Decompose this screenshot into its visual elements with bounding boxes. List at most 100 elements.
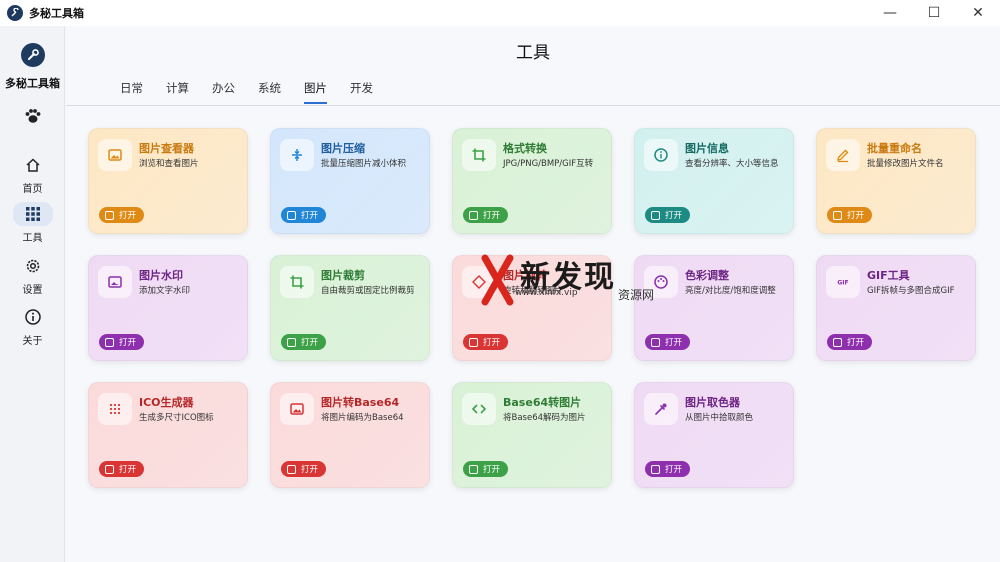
eyedropper-icon [644,393,678,425]
open-button[interactable]: 打开 [99,334,145,350]
main-content: 工具 日常 计算 办公 系统 图片 开发 图片查看器 浏览和查看图片 打开 图片压缩批… [66,26,1000,562]
tool-card[interactable]: 色彩调整亮度/对比度/饱和度调整打开 [634,255,794,361]
sidebar-item-tools[interactable]: 工具 [8,202,57,246]
maximize-button[interactable]: ☐ [912,0,956,26]
rotate-icon [462,266,496,298]
grid-icon [12,202,53,226]
tool-card-title: 图片裁剪 [321,269,365,282]
open-icon [287,337,296,347]
image-icon [280,393,314,425]
open-button[interactable]: 打开 [463,334,509,350]
gear-icon [13,254,53,278]
tab-daily[interactable]: 日常 [120,80,143,102]
tool-card-description: GIF拆帧与多图合成GIF [867,286,955,296]
compress-icon [280,139,314,171]
tool-card-title: 格式转换 [503,142,547,155]
title-bar: 多秘工具箱 — ☐ ✕ [0,0,1000,26]
open-icon [287,210,296,220]
open-button-label: 打开 [847,211,865,221]
tool-card[interactable]: GIF GIF工具 GIF拆帧与多图合成GIF 打开 [816,255,976,361]
open-button[interactable]: 打开 [281,334,327,350]
tool-card[interactable]: 图片取色器 从图片中拾取颜色 打开 [634,382,794,488]
tool-card-title: 批量重命名 [867,142,922,155]
dots-grid-icon [98,393,132,425]
tool-card[interactable]: 图片水印 添加文字水印 打开 [88,255,248,361]
tool-card[interactable]: 图片压缩 批量压缩图片减小体积 打开 [270,128,430,234]
sidebar-item-settings[interactable]: 设置 [8,254,57,298]
tool-card-description: JPG/PNG/BMP/GIF互转 [503,159,594,169]
tool-card[interactable]: 图片旋转 旋转和翻转图片 打开 [452,255,612,361]
paw-icon[interactable] [23,106,43,126]
tool-card-title: 图片查看器 [139,142,194,155]
open-button[interactable]: 打开 [645,334,691,350]
tool-card[interactable]: 图片查看器 浏览和查看图片 打开 [88,128,248,234]
minimize-button[interactable]: — [868,0,912,26]
open-button[interactable]: 打开 [463,461,509,477]
open-button-label: 打开 [665,338,683,348]
sidebar-item-label: 关于 [22,336,43,347]
open-button[interactable]: 打开 [99,207,145,223]
open-button[interactable]: 打开 [99,461,145,477]
edit-icon [826,139,860,171]
open-icon [469,210,478,220]
maximize-icon: ☐ [927,5,941,21]
tool-card[interactable]: 图片裁剪自由裁剪或固定比例裁剪打开 [270,255,430,361]
crop-icon [280,266,314,298]
open-icon [469,337,478,347]
open-button-label: 打开 [483,465,501,475]
open-button[interactable]: 打开 [645,207,691,223]
tab-calc[interactable]: 计算 [166,80,189,102]
tool-card-title: 图片转Base64 [321,396,400,409]
close-button[interactable]: ✕ [956,0,1000,26]
tool-card[interactable]: 批量重命名 批量修改图片文件名 打开 [816,128,976,234]
tool-card-description: 亮度/对比度/饱和度调整 [685,286,776,296]
tool-card-description: 从图片中拾取颜色 [685,413,754,423]
home-icon [13,153,53,177]
crop-icon [462,139,496,171]
open-button[interactable]: 打开 [827,334,873,350]
tool-card[interactable]: 图片转Base64 将图片编码为Base64 打开 [270,382,430,488]
tool-card-title: 色彩调整 [685,269,729,282]
tool-card[interactable]: 格式转换 JPG/PNG/BMP/GIF互转打开 [452,128,612,234]
open-button[interactable]: 打开 [281,461,327,477]
tool-card-title: GIF工具 [867,269,910,282]
open-icon [651,337,660,347]
open-button-label: 打开 [119,338,137,348]
open-icon [469,464,478,474]
tool-card-title: 图片信息 [685,142,729,155]
tool-card-description: 旋转和翻转图片 [503,286,563,296]
tool-card-title: ICO生成器 [139,396,194,409]
sidebar-item-home[interactable]: 首页 [8,153,57,197]
palette-icon [644,266,678,298]
watermark-icon [98,266,132,298]
tool-card-description: 自由裁剪或固定比例裁剪 [321,286,415,296]
open-button[interactable]: 打开 [827,207,873,223]
tool-card[interactable]: ICO生成器 生成多尺寸ICO图标 打开 [88,382,248,488]
tab-system[interactable]: 系统 [258,80,281,102]
gif-icon: GIF [826,266,860,298]
tool-card-title: Base64转图片 [503,396,582,409]
open-icon [105,337,114,347]
tab-image[interactable]: 图片 [304,80,327,104]
open-icon [651,210,660,220]
app-logo-icon [7,5,23,21]
image-icon [98,139,132,171]
sidebar-item-about[interactable]: 关于 [8,305,57,349]
tab-office[interactable]: 办公 [212,80,235,102]
open-button[interactable]: 打开 [463,207,509,223]
code-icon [462,393,496,425]
tab-dev[interactable]: 开发 [350,80,373,102]
page-title: 工具 [516,43,550,63]
open-button[interactable]: 打开 [281,207,327,223]
close-icon: ✕ [972,5,984,21]
open-button-label: 打开 [119,211,137,221]
tool-card-description: 将图片编码为Base64 [321,413,404,423]
open-icon [833,337,842,347]
open-icon [287,464,296,474]
open-button-label: 打开 [665,211,683,221]
tool-card-description: 将Base64解码为图片 [503,413,586,423]
tool-card[interactable]: 图片信息 查看分辨率、大小等信息 打开 [634,128,794,234]
open-button[interactable]: 打开 [645,461,691,477]
tool-card-description: 批量压缩图片减小体积 [321,159,407,169]
tool-card[interactable]: Base64转图片 将Base64解码为图片打开 [452,382,612,488]
